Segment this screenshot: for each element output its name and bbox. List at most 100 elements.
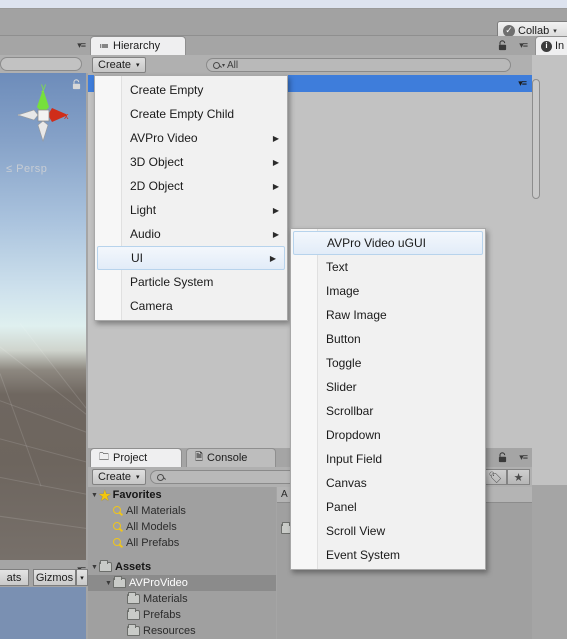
project-tree-item[interactable]: ▼ AVProVideo — [88, 575, 276, 591]
project-panel-menu-icon[interactable]: ▾≡ — [519, 452, 528, 463]
check-circle-icon: ✓ — [503, 24, 515, 37]
project-tree-pane[interactable]: ▼ ★ Favorites All Materials All Models All Pr… — [88, 487, 276, 639]
create-menu-item-create-empty-child[interactable]: Create Empty Child — [95, 102, 287, 126]
project-tree-item[interactable]: Prefabs — [88, 607, 276, 623]
scene-orientation-gizmo[interactable]: y x — [14, 81, 72, 149]
lock-icon[interactable] — [498, 452, 507, 463]
ui-submenu-item-text[interactable]: Text — [291, 255, 485, 279]
scene-viewport[interactable]: y x ≤ Persp — [0, 73, 86, 560]
project-tree-spacer — [88, 551, 276, 559]
project-tree-item-label: All Materials — [126, 505, 186, 517]
menu-item-label: Light — [130, 203, 157, 217]
ui-submenu-item-image[interactable]: Image — [291, 279, 485, 303]
hierarchy-panel-menu-icon[interactable]: ▾≡ — [519, 40, 528, 51]
lock-icon[interactable] — [72, 79, 81, 90]
twisty-icon[interactable]: ▼ — [90, 564, 99, 571]
project-tree-item[interactable]: All Prefabs — [88, 535, 276, 551]
create-menu-item-3d-object[interactable]: 3D Object ▶ — [95, 150, 287, 174]
search-filter-caret-icon[interactable]: ▾ — [222, 62, 225, 69]
console-icon: 🗎 — [195, 451, 204, 463]
search-icon — [157, 473, 164, 481]
search-icon — [113, 506, 123, 516]
create-context-menu[interactable]: Create Empty Create Empty Child AVPro Vide… — [94, 75, 288, 321]
inspector-scrollbar[interactable] — [532, 79, 540, 199]
scene-toolbar-pill[interactable] — [0, 57, 82, 71]
tab-inspector[interactable]: i In — [535, 36, 567, 55]
ui-submenu[interactable]: AVPro Video uGUI Text Image Raw Image Button… — [290, 228, 486, 570]
hierarchy-search-input[interactable]: ▾ All — [206, 58, 511, 72]
hierarchy-create-button[interactable]: Create ▾ — [92, 57, 146, 73]
hierarchy-search-value: All — [227, 59, 239, 71]
folder-icon — [127, 592, 140, 604]
create-menu-item-avpro-video[interactable]: AVPro Video ▶ — [95, 126, 287, 150]
collab-label: Collab — [518, 24, 550, 37]
create-menu-item-ui[interactable]: UI ▶ — [97, 246, 285, 270]
submenu-arrow-icon: ▶ — [272, 133, 279, 143]
twisty-icon[interactable]: ▼ — [104, 580, 113, 587]
create-menu-item-camera[interactable]: Camera — [95, 294, 287, 318]
svg-text:y: y — [41, 82, 46, 93]
stats-button[interactable]: ats — [0, 569, 29, 586]
ui-submenu-item-canvas[interactable]: Canvas — [291, 471, 485, 495]
tag-icon[interactable]: 🏷 — [484, 469, 507, 485]
ui-submenu-item-panel[interactable]: Panel — [291, 495, 485, 519]
gizmos-button[interactable]: Gizmos — [33, 569, 76, 586]
ui-submenu-item-slider[interactable]: Slider — [291, 375, 485, 399]
submenu-arrow-icon: ▶ — [272, 229, 279, 239]
submenu-arrow-icon: ▶ — [269, 253, 276, 263]
menu-item-label: Slider — [326, 380, 357, 394]
twisty-icon[interactable]: ▼ — [90, 492, 99, 499]
scene-bottom-toolbar: ats Gizmos ▾ — [0, 568, 88, 587]
lock-icon[interactable] — [498, 40, 507, 51]
tab-console[interactable]: 🗎 Console — [186, 448, 276, 467]
scene-view-panel: ▾≡ y x ≤ Persp ats Gizmos ▾ — [0, 36, 88, 639]
menu-item-label: Image — [326, 284, 360, 298]
scene-perspective-label[interactable]: ≤ Persp — [6, 163, 47, 175]
ui-submenu-item-raw-image[interactable]: Raw Image — [291, 303, 485, 327]
gizmos-dropdown-icon[interactable]: ▾ — [76, 569, 88, 586]
folder-icon — [127, 624, 140, 636]
create-menu-item-2d-object[interactable]: 2D Object ▶ — [95, 174, 287, 198]
ui-submenu-item-scrollbar[interactable]: Scrollbar — [291, 399, 485, 423]
folder-icon — [113, 576, 126, 588]
menu-item-label: UI — [131, 251, 143, 265]
scene-panel-menu-icon[interactable]: ▾≡ — [77, 40, 86, 51]
ui-submenu-item-avpro-video-ugui[interactable]: AVPro Video uGUI — [293, 231, 483, 255]
create-menu-item-particle-system[interactable]: Particle System — [95, 270, 287, 294]
project-tree-item[interactable]: All Models — [88, 519, 276, 535]
star-icon[interactable]: ★ — [507, 469, 530, 485]
project-tree-item-label: Resources — [143, 625, 196, 637]
menu-item-label: Event System — [326, 548, 401, 562]
ui-submenu-item-button[interactable]: Button — [291, 327, 485, 351]
hierarchy-row-menu-icon[interactable]: ▾≡ — [518, 78, 527, 89]
submenu-arrow-icon: ▶ — [272, 157, 279, 167]
ui-submenu-item-toggle[interactable]: Toggle — [291, 351, 485, 375]
project-tree-item[interactable]: Resources — [88, 623, 276, 639]
tab-hierarchy[interactable]: ≔ Hierarchy — [90, 36, 186, 55]
ui-submenu-item-scroll-view[interactable]: Scroll View — [291, 519, 485, 543]
scene-tabbar: ▾≡ — [0, 36, 88, 55]
create-menu-item-light[interactable]: Light ▶ — [95, 198, 287, 222]
ui-submenu-item-input-field[interactable]: Input Field — [291, 447, 485, 471]
menu-item-label: Input Field — [326, 452, 383, 466]
main-toolbar: ✓ Collab ▾ — [0, 9, 567, 40]
project-create-button[interactable]: Create ▾ — [92, 469, 146, 485]
tab-project[interactable]: 🗀 Project — [90, 448, 182, 467]
inspector-body — [532, 55, 567, 485]
folder-icon — [99, 560, 112, 572]
create-menu-item-audio[interactable]: Audio ▶ — [95, 222, 287, 246]
project-tree-item[interactable]: ▼ Assets — [88, 559, 276, 575]
project-create-label: Create — [98, 471, 132, 483]
create-menu-item-create-empty[interactable]: Create Empty — [95, 78, 287, 102]
ui-submenu-item-dropdown[interactable]: Dropdown — [291, 423, 485, 447]
menu-item-label: AVPro Video — [130, 131, 198, 145]
project-tree-item[interactable]: All Materials — [88, 503, 276, 519]
ui-submenu-item-event-system[interactable]: Event System — [291, 543, 485, 567]
submenu-arrow-icon: ▶ — [272, 205, 279, 215]
project-tree-item[interactable]: Materials — [88, 591, 276, 607]
menu-item-label: Scroll View — [326, 524, 386, 538]
chevron-down-icon: ▾ — [136, 474, 140, 481]
menu-item-label: 3D Object — [130, 155, 184, 169]
project-tree-item[interactable]: ▼ ★ Favorites — [88, 487, 276, 503]
scene-viewport-lower[interactable] — [0, 587, 86, 639]
